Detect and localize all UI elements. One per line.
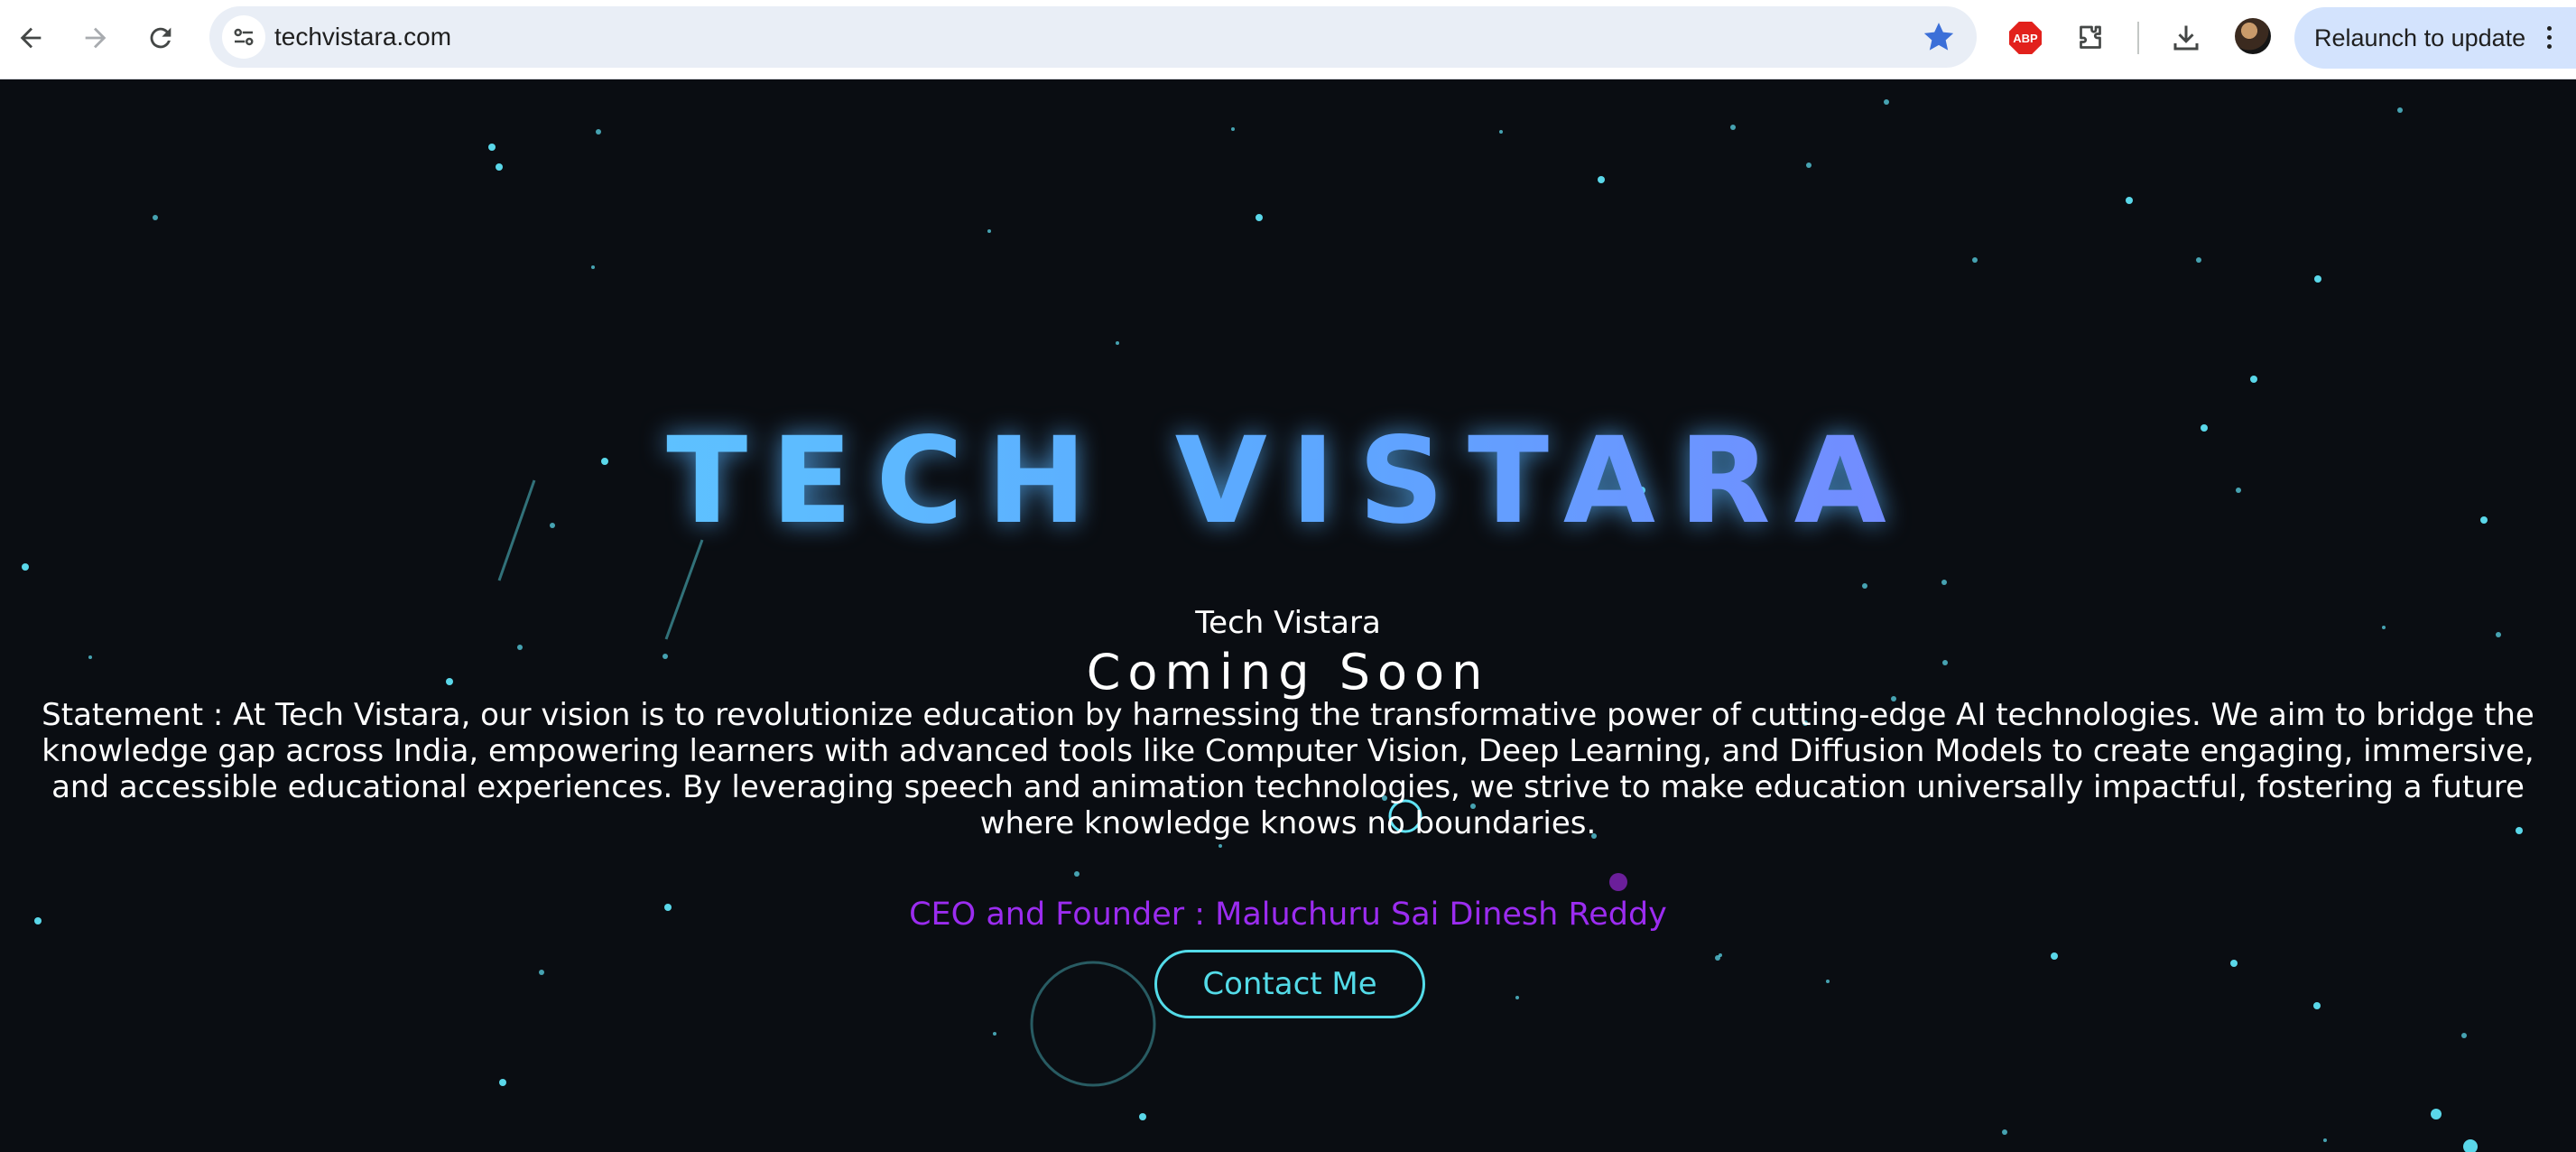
star-dot [1826, 980, 1830, 983]
back-button[interactable] [7, 14, 54, 61]
avatar[interactable] [2235, 18, 2271, 54]
browser-toolbar: techvistara.com ABP Relaunch to update [0, 0, 2576, 79]
adblock-button[interactable]: ABP [2004, 16, 2047, 60]
star-dot [2051, 952, 2058, 960]
reload-icon [150, 27, 171, 49]
star-dot [1139, 1113, 1146, 1120]
star-dot [2002, 1129, 2007, 1135]
page-viewport: TECH VISTARA Tech Vistara Coming Soon St… [0, 79, 2576, 1152]
forward-arrow-icon [85, 27, 107, 49]
star-dot [591, 265, 595, 269]
star-dot [2126, 197, 2133, 204]
ceo-founder-line: CEO and Founder : Maluchuru Sai Dinesh R… [909, 897, 1667, 933]
star-dot [987, 229, 991, 233]
star-dot [2314, 275, 2321, 283]
star-dot [2313, 1002, 2321, 1009]
star-dot [1972, 257, 1978, 263]
star-dot [1515, 996, 1519, 999]
hero-title: TECH VISTARA [0, 404, 2576, 558]
star-dot [488, 144, 496, 151]
more-menu-icon[interactable] [2544, 23, 2554, 54]
star-dot [22, 563, 29, 571]
star-dot [1256, 214, 1263, 221]
star-dot [2250, 376, 2257, 383]
download-icon [2173, 25, 2199, 51]
contact-me-button[interactable]: Contact Me [1154, 950, 1425, 1018]
star-dot [153, 215, 158, 220]
star-dot [1116, 341, 1119, 345]
star-dot [1231, 127, 1235, 131]
star-dot [539, 970, 544, 975]
star-dot [2461, 1033, 2467, 1038]
star-dot [2431, 1109, 2442, 1119]
star-dot [1598, 176, 1605, 183]
toolbar-separator [2137, 22, 2139, 54]
extensions-icon [2080, 25, 2101, 49]
bookmark-star-icon[interactable] [1921, 19, 1957, 55]
address-bar[interactable]: techvistara.com [209, 6, 1977, 68]
star-dot [499, 1079, 506, 1086]
site-info-button[interactable] [222, 15, 265, 59]
reload-button[interactable] [137, 14, 184, 61]
star-dot [1730, 125, 1736, 130]
back-arrow-icon [20, 27, 42, 49]
star-dot [1806, 163, 1812, 168]
star-dot [1941, 580, 1947, 585]
star-dot [993, 1032, 996, 1036]
adblock-icon: ABP [2009, 22, 2042, 54]
star-dot [1074, 871, 1080, 877]
site-info-icon [234, 28, 254, 46]
star-dot [2196, 257, 2201, 263]
relaunch-to-update-button[interactable]: Relaunch to update [2294, 7, 2576, 69]
relaunch-label: Relaunch to update [2314, 24, 2526, 51]
star-dot [1499, 130, 1503, 134]
star-dot [1862, 583, 1867, 589]
star-dot [1719, 953, 1722, 957]
star-dot [2323, 1138, 2327, 1142]
star-dot [496, 163, 503, 171]
star-dot [596, 129, 601, 135]
extensions-button[interactable] [2069, 16, 2112, 60]
star-dot [1884, 99, 1889, 105]
download-button[interactable] [2164, 16, 2208, 60]
star-dot [2230, 960, 2238, 967]
url-text[interactable]: techvistara.com [274, 6, 451, 68]
forward-button[interactable] [72, 14, 119, 61]
star-dot [2463, 1139, 2478, 1152]
star-dot [1219, 844, 1222, 848]
brand-name: Tech Vistara [1195, 605, 1381, 641]
star-dot [2397, 107, 2403, 113]
vision-statement: Statement : At Tech Vistara, our vision … [42, 697, 2534, 841]
coming-soon-heading: Coming Soon [1086, 644, 1490, 701]
